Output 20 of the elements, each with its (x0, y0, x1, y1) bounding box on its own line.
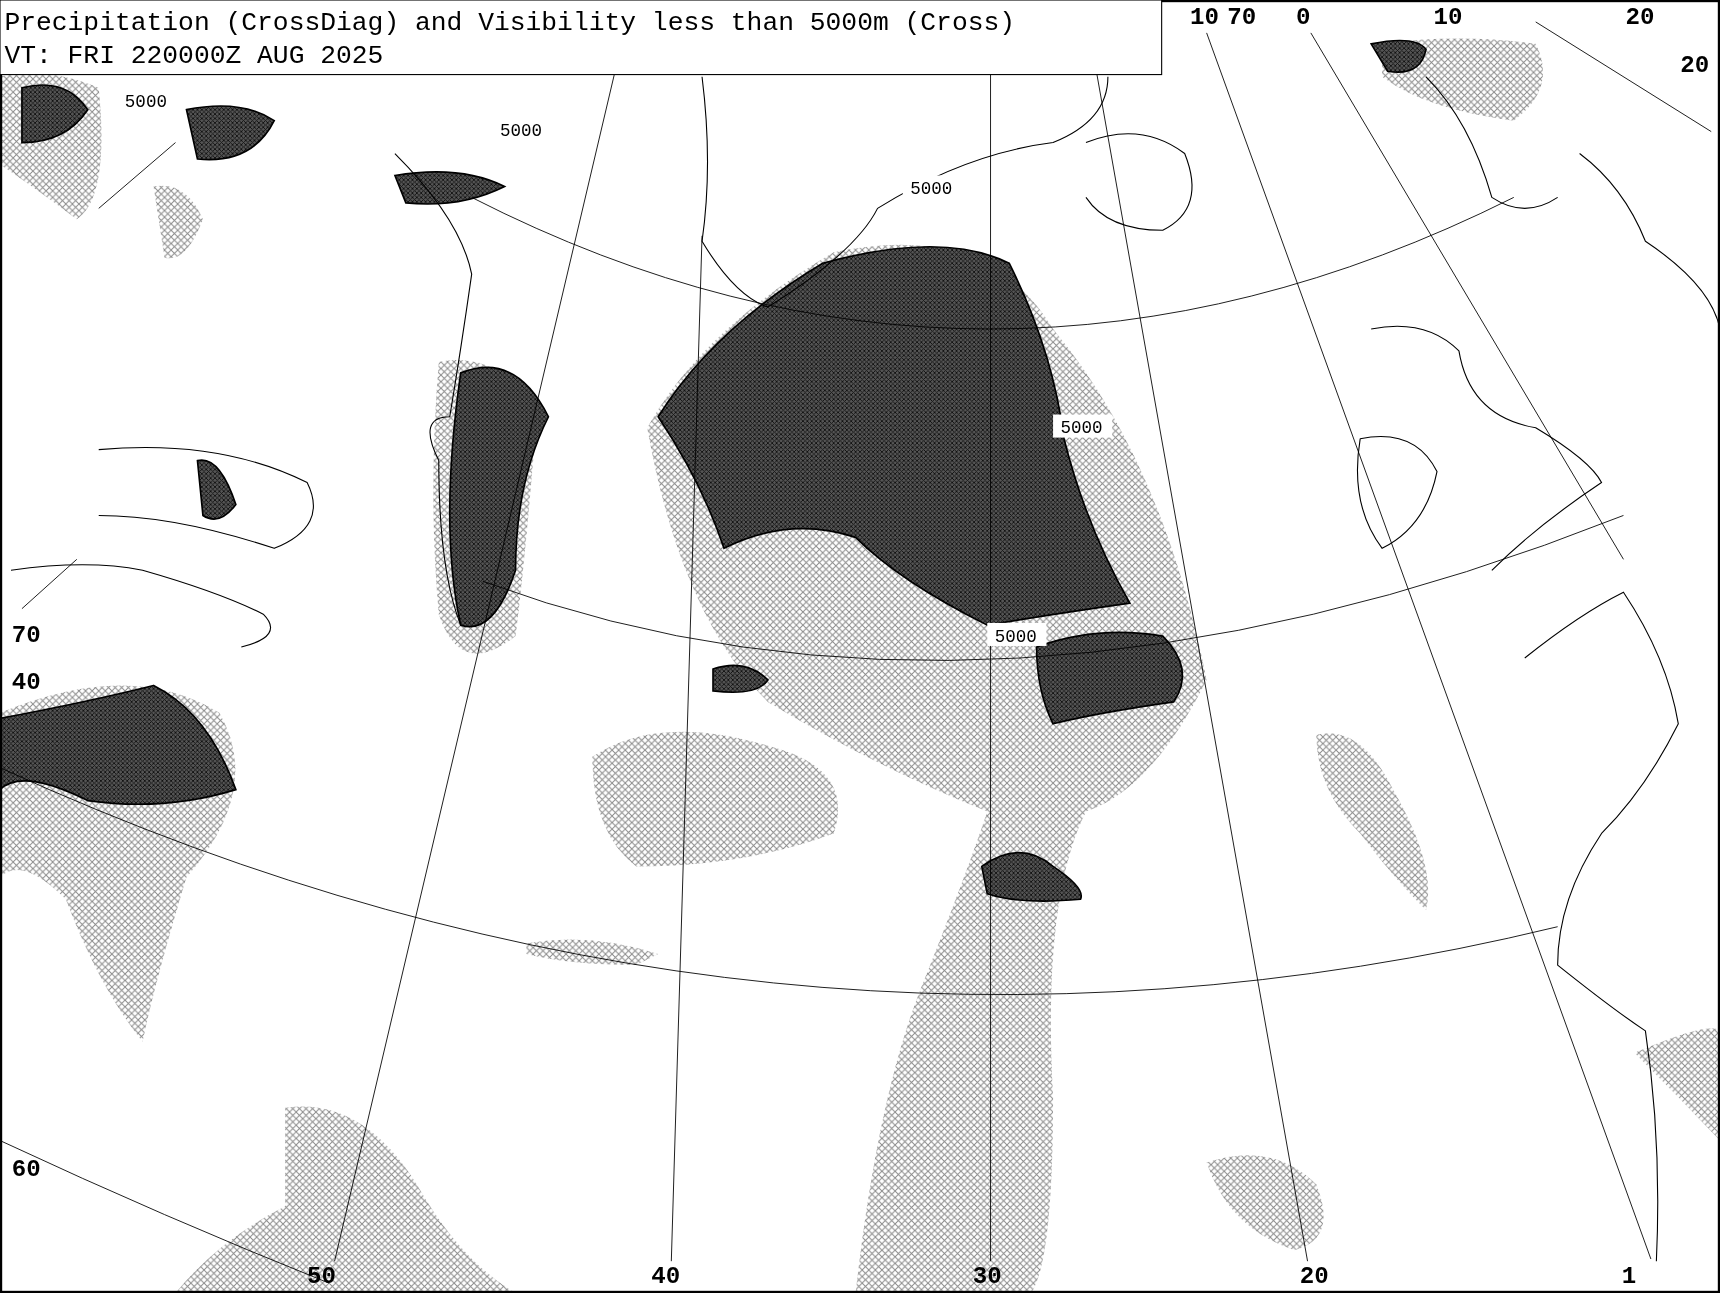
valid-time: VT: FRI 220000Z AUG 2025 (4, 40, 384, 71)
grid-label: 30 (972, 1263, 1002, 1291)
contour-label: 5000 (492, 117, 552, 141)
grid-label: 10 (1433, 4, 1463, 32)
grid-label: 70 (1227, 4, 1257, 32)
grid-label: 40 (11, 668, 41, 696)
contour-label: 5000 (117, 88, 177, 113)
grid-label: 1 (1621, 1263, 1637, 1291)
grid-label: 20 (1299, 1263, 1329, 1291)
map-title: Precipitation (CrossDiag) and Visibility less than 5000m (Cross) (4, 7, 1016, 38)
grid-label: 20 (1625, 4, 1655, 32)
grid-label: 10 (1189, 4, 1219, 32)
grid-label: 20 (1680, 52, 1710, 80)
contour-label: 5000 (987, 622, 1047, 647)
contour-label: 5000 (1053, 414, 1113, 439)
grid-label: 70 (11, 621, 41, 649)
grid-label: 60 (11, 1155, 41, 1183)
grid-label: 0 (1295, 4, 1311, 32)
grid-label: 40 (651, 1263, 681, 1291)
grid-label: 50 (306, 1263, 336, 1291)
